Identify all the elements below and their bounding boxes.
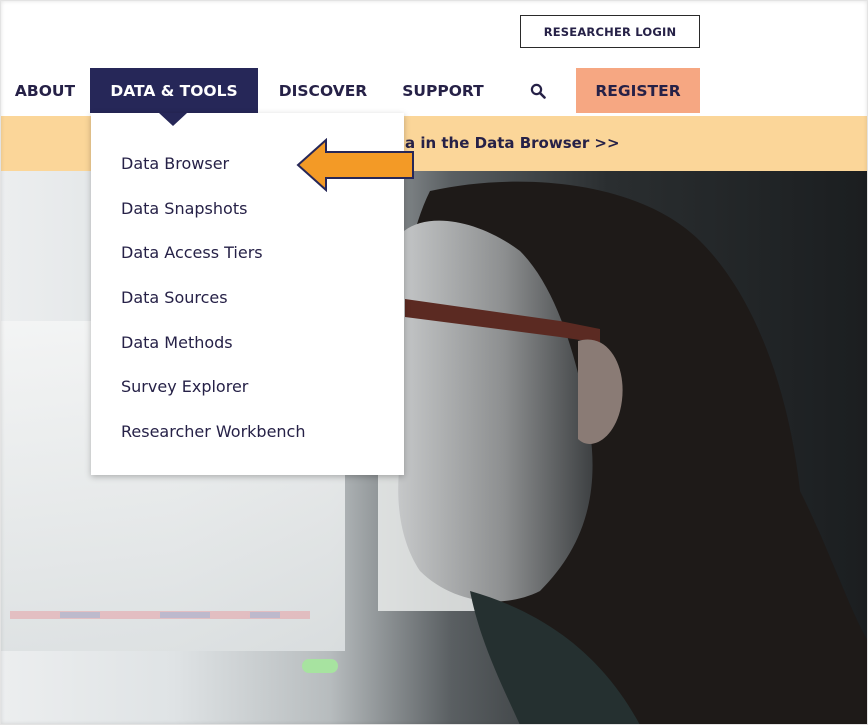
dropdown-item-data-methods[interactable]: Data Methods [91, 332, 404, 377]
dropdown-item-survey-explorer[interactable]: Survey Explorer [91, 376, 404, 421]
dropdown-item-data-snapshots[interactable]: Data Snapshots [91, 198, 404, 243]
nav-item-data-tools[interactable]: DATA & TOOLS [90, 68, 258, 113]
dropdown-item-data-access-tiers[interactable]: Data Access Tiers [91, 242, 404, 287]
banner-link[interactable]: a in the Data Browser >> [405, 116, 620, 171]
main-nav: ABOUT DATA & TOOLS DISCOVER SUPPORT REGI… [0, 68, 868, 113]
nav-active-caret [159, 113, 187, 126]
register-button[interactable]: REGISTER [576, 68, 700, 113]
dropdown-item-data-sources[interactable]: Data Sources [91, 287, 404, 332]
search-button[interactable] [518, 68, 558, 113]
researcher-login-button[interactable]: RESEARCHER LOGIN [520, 15, 700, 48]
dropdown-item-researcher-workbench[interactable]: Researcher Workbench [91, 421, 404, 466]
arrow-left-icon [296, 138, 414, 192]
nav-item-support[interactable]: SUPPORT [393, 68, 493, 113]
nav-item-discover[interactable]: DISCOVER [268, 68, 378, 113]
search-icon [530, 83, 546, 99]
nav-item-about[interactable]: ABOUT [8, 68, 82, 113]
